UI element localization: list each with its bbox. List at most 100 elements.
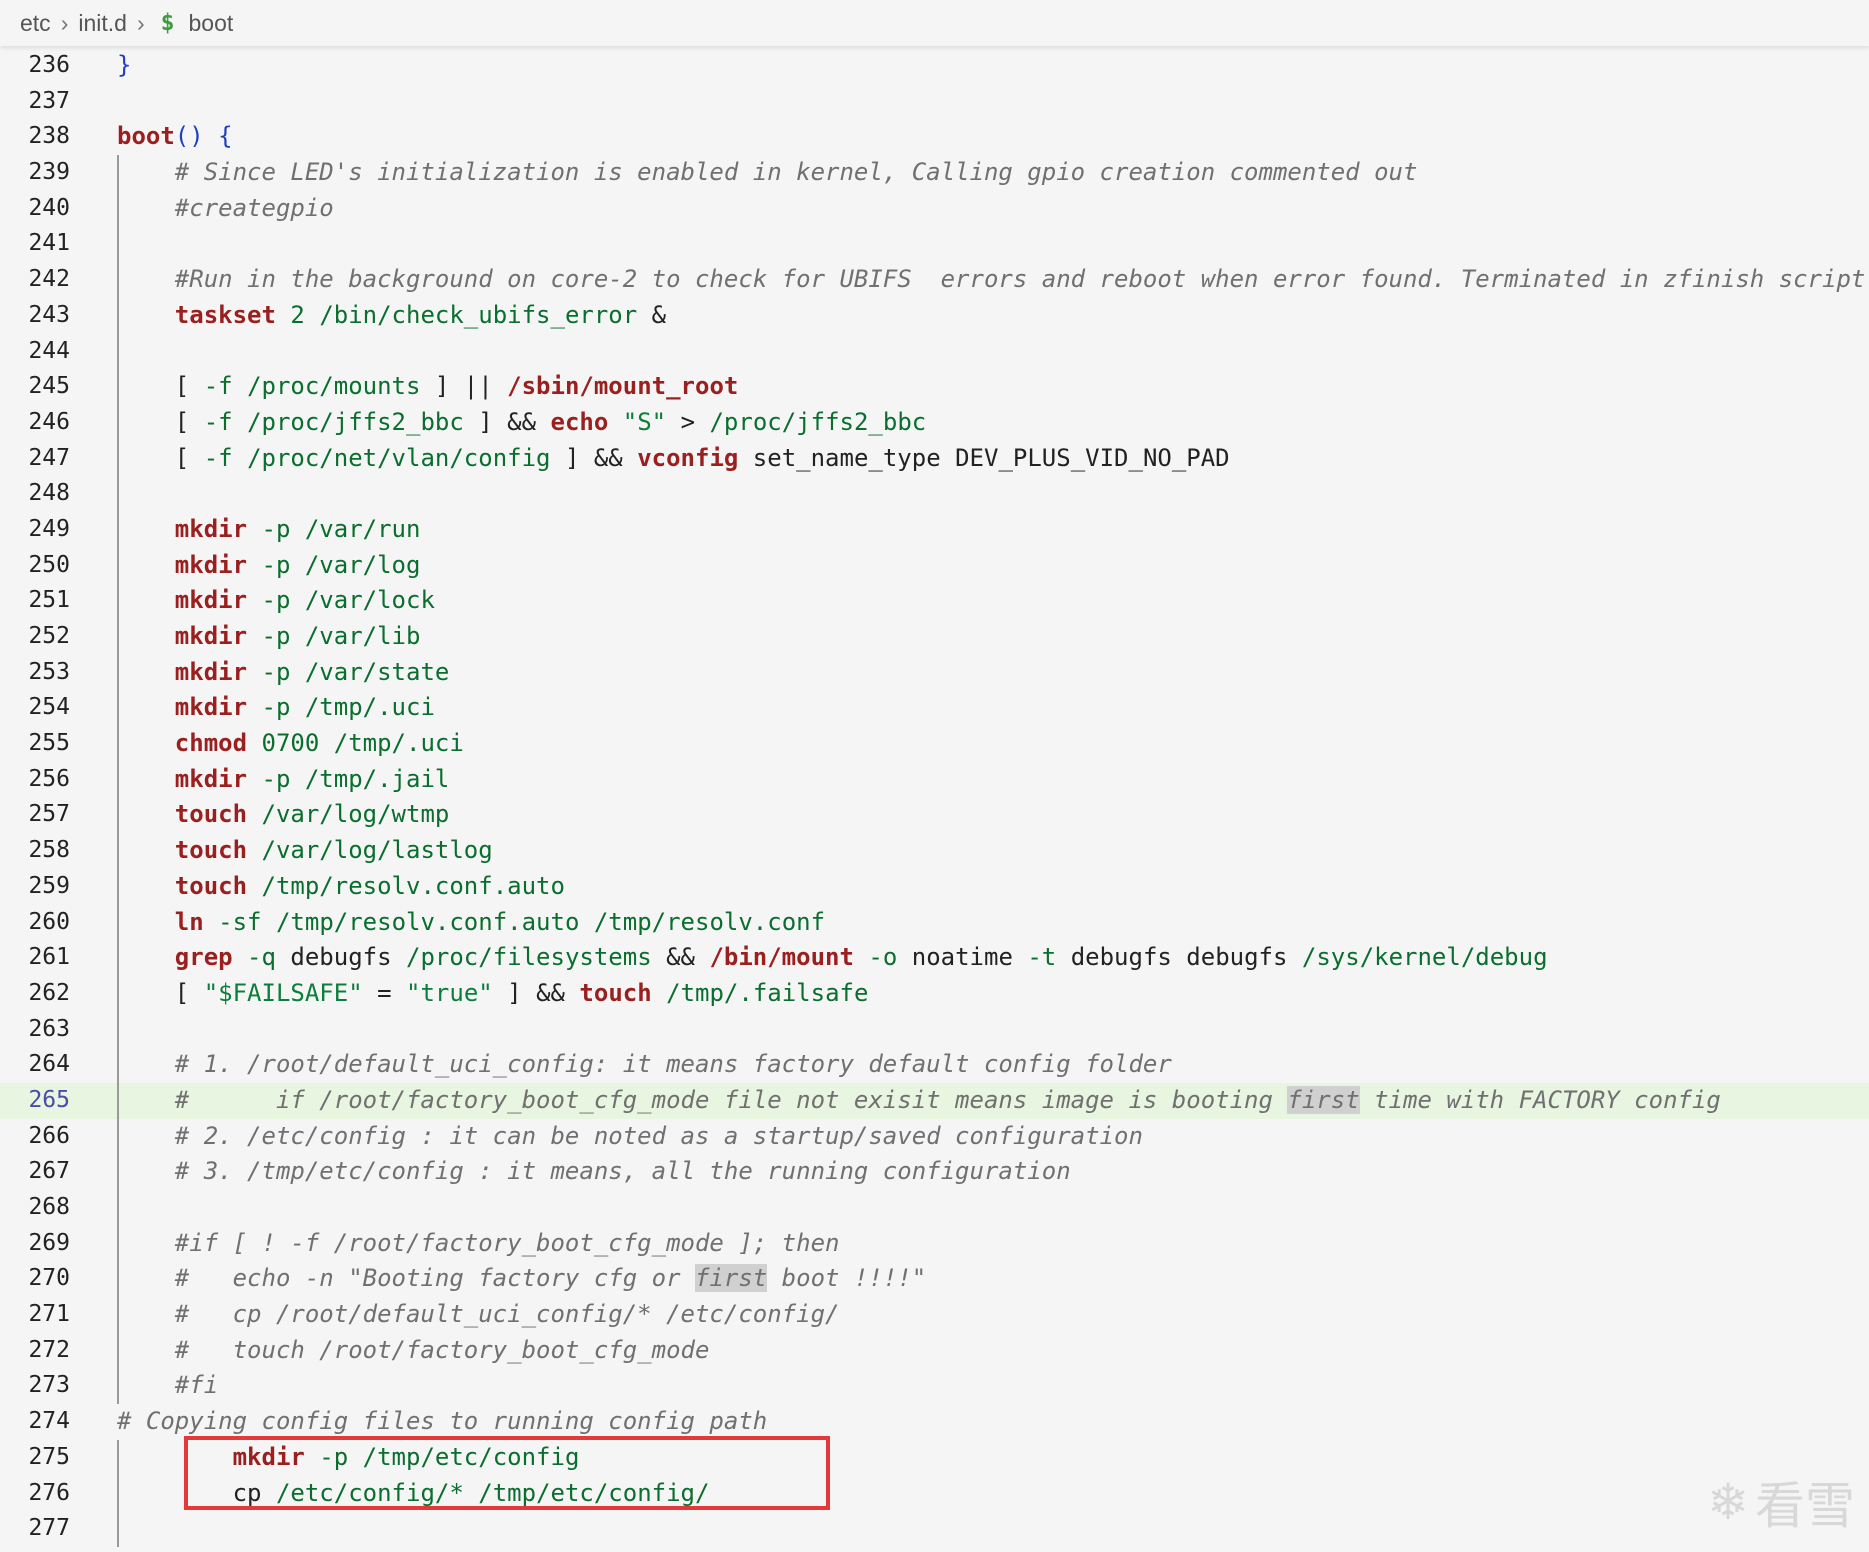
code-text: # 3. /tmp/etc/config : it means, all the… [174, 1157, 1071, 1186]
code-line[interactable]: 270 # echo -n "Booting factory cfg or fi… [0, 1261, 1869, 1298]
indent-guide [117, 333, 119, 370]
code-line[interactable]: 259 touch /tmp/resolv.conf.auto [0, 868, 1869, 905]
code-line[interactable]: 239 # Since LED's initialization is enab… [0, 155, 1869, 191]
code-text: #if [ ! -f /root/factory_boot_cfg_mode ]… [174, 1228, 840, 1257]
code-line[interactable]: 260 ln -sf /tmp/resolv.conf.auto /tmp/re… [0, 904, 1869, 941]
code-line[interactable]: 266 # 2. /etc/config : it can be noted a… [0, 1118, 1869, 1155]
code-line[interactable]: 244 [0, 333, 1869, 370]
code-line[interactable]: 273 #fi [0, 1368, 1869, 1405]
code-text: # 1. /root/default_uci_config: it means … [174, 1050, 1172, 1079]
shell-file-icon: $ [160, 10, 175, 36]
indent-guide [117, 1511, 119, 1547]
line-number: 269 [28, 1229, 70, 1256]
code-text: # if /root/factory_boot_cfg_mode file no… [174, 1085, 1721, 1114]
line-number: 259 [28, 872, 70, 899]
code-text: [ "$FAILSAFE" = "true" ] && touch /tmp/.… [117, 978, 869, 1007]
code-text: # Copying config files to running config… [117, 1407, 768, 1436]
code-text: chmod 0700 /tmp/.uci [174, 729, 464, 758]
watermark-text: 看雪 [1755, 1477, 1855, 1535]
code-line[interactable]: 268 [0, 1190, 1869, 1226]
line-number: 275 [28, 1443, 70, 1470]
line-number: 247 [28, 444, 70, 471]
code-line[interactable]: 277 [0, 1511, 1869, 1547]
line-number: 270 [28, 1265, 70, 1292]
breadcrumb-item-etc[interactable]: etc [20, 10, 51, 37]
line-number: 265 [28, 1086, 70, 1113]
code-line[interactable]: 249 mkdir -p /var/run [0, 511, 1869, 548]
code-line[interactable]: 243 taskset 2 /bin/check_ubifs_error & [0, 297, 1869, 334]
code-editor[interactable]: 236} 237 238 boot() {239 # Since LED's init… [0, 48, 1869, 1547]
code-text: taskset 2 /bin/check_ubifs_error & [174, 300, 667, 329]
code-line[interactable]: 238 boot() { [0, 119, 1869, 155]
code-line[interactable]: 237 [0, 84, 1869, 120]
code-line[interactable]: 246 [ -f /proc/jffs2_bbc ] && echo "S" >… [0, 404, 1869, 441]
line-number: 262 [28, 979, 70, 1006]
code-text: touch /tmp/resolv.conf.auto [174, 871, 565, 900]
line-number: 271 [28, 1301, 70, 1328]
breadcrumb: etc › init.d › $ boot [0, 0, 1869, 46]
code-line[interactable]: 269 #if [ ! -f /root/factory_boot_cfg_mo… [0, 1225, 1869, 1262]
line-number: 248 [28, 480, 70, 507]
code-line[interactable]: 242 #Run in the background on core-2 to … [0, 262, 1869, 298]
breadcrumb-item-initd[interactable]: init.d [78, 10, 127, 37]
code-line[interactable]: 262 [ "$FAILSAFE" = "true" ] && touch /t… [0, 975, 1869, 1012]
code-line[interactable]: 272 # touch /root/factory_boot_cfg_mode [0, 1332, 1869, 1369]
highlight-annotation-box [184, 1436, 830, 1510]
line-number: 258 [28, 837, 70, 864]
code-line[interactable]: 245 [ -f /proc/mounts ] || /sbin/mount_r… [0, 369, 1869, 405]
line-number: 266 [28, 1122, 70, 1149]
line-number: 241 [28, 230, 70, 257]
code-text: #fi [174, 1371, 219, 1400]
code-text: # touch /root/factory_boot_cfg_mode [174, 1335, 710, 1364]
chevron-right-icon: › [60, 9, 69, 36]
code-line[interactable]: 250 mkdir -p /var/log [0, 547, 1869, 584]
line-number: 263 [28, 1015, 70, 1042]
code-line[interactable]: 248 [0, 476, 1869, 512]
code-line[interactable]: 251 mkdir -p /var/lock [0, 583, 1869, 619]
line-number: 237 [28, 87, 70, 114]
indent-guide [117, 226, 119, 263]
line-number: 260 [28, 908, 70, 935]
line-number: 238 [28, 123, 70, 150]
code-text: #Run in the background on core-2 to chec… [174, 265, 1869, 294]
code-line[interactable]: 264 # 1. /root/default_uci_config: it me… [0, 1047, 1869, 1083]
line-number: 273 [28, 1372, 70, 1399]
indent-guide [117, 1190, 119, 1226]
code-line[interactable]: 247 [ -f /proc/net/vlan/config ] && vcon… [0, 440, 1869, 477]
code-line[interactable]: 274 # Copying config files to running con… [0, 1404, 1869, 1440]
code-text: mkdir -p /var/lib [174, 622, 421, 650]
code-line[interactable]: 271 # cp /root/default_uci_config/* /etc… [0, 1297, 1869, 1333]
line-number: 236 [28, 52, 70, 78]
code-line[interactable]: 265 # if /root/factory_boot_cfg_mode fil… [0, 1082, 1869, 1119]
line-number: 239 [28, 159, 70, 186]
line-number: 256 [28, 765, 70, 792]
line-number: 272 [28, 1336, 70, 1363]
line-number: 264 [28, 1051, 70, 1078]
line-number: 274 [28, 1408, 70, 1435]
watermark: ❄ 看雪 [1707, 1466, 1855, 1538]
line-number: 252 [28, 623, 70, 649]
code-line[interactable]: 236} [0, 48, 1869, 84]
code-line[interactable]: 257 touch /var/log/wtmp [0, 797, 1869, 834]
line-number: 245 [28, 373, 70, 400]
line-number: 255 [28, 730, 70, 757]
code-line[interactable]: 253 mkdir -p /var/state [0, 654, 1869, 691]
code-text: ln -sf /tmp/resolv.conf.auto /tmp/resolv… [174, 907, 826, 936]
code-line[interactable]: 261 grep -q debugfs /proc/filesystems &&… [0, 940, 1869, 976]
code-line[interactable]: 241 [0, 226, 1869, 263]
code-line[interactable]: 252 mkdir -p /var/lib [0, 619, 1869, 655]
code-line[interactable]: 240 #creategpio [0, 190, 1869, 227]
indent-guide [117, 476, 119, 512]
code-line[interactable]: 256 mkdir -p /tmp/.jail [0, 761, 1869, 798]
code-line[interactable]: 258 touch /var/log/lastlog [0, 833, 1869, 869]
code-line[interactable]: 263 [0, 1011, 1869, 1048]
code-line[interactable]: 255 chmod 0700 /tmp/.uci [0, 726, 1869, 762]
code-line[interactable]: 267 # 3. /tmp/etc/config : it means, all… [0, 1154, 1869, 1190]
code-text: # cp /root/default_uci_config/* /etc/con… [174, 1300, 840, 1329]
line-number: 243 [28, 301, 70, 328]
code-line[interactable]: 254 mkdir -p /tmp/.uci [0, 690, 1869, 727]
code-text: } [117, 51, 132, 79]
line-number: 257 [28, 801, 70, 828]
breadcrumb-item-file[interactable]: boot [188, 10, 233, 37]
line-number: 242 [28, 266, 70, 293]
